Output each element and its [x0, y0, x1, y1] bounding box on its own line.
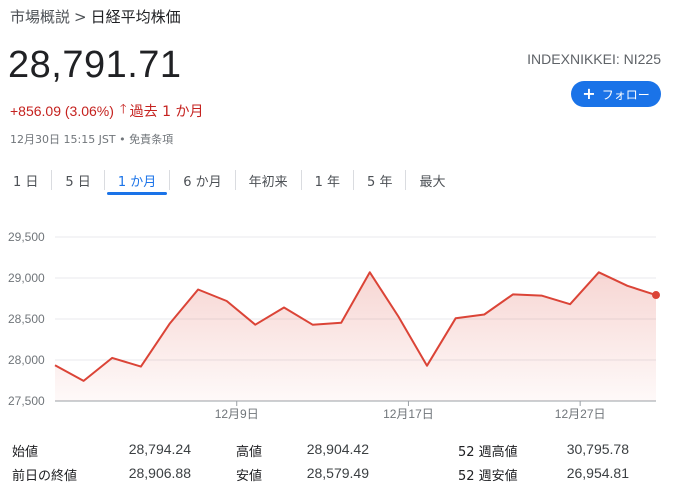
stat-value: 28,794.24	[128, 441, 191, 457]
price-chart-svg: 27,500 28,000 28,500 29,000 29,500 12月9日 12月1…	[8, 230, 660, 421]
x-tick-label: 12月27日	[555, 407, 606, 421]
stat-label: 安値	[236, 469, 263, 484]
follow-button[interactable]: + フォロー	[571, 81, 661, 107]
stat-label: 高値	[236, 445, 263, 460]
ticker-symbol: INDEXNIKKEI: NI225	[527, 51, 661, 67]
y-tick-label: 29,000	[8, 271, 45, 285]
arrow-up-icon: 🡑	[119, 101, 127, 116]
change-period: 過去 1 か月	[129, 104, 204, 120]
stat-label: 始値	[12, 445, 39, 460]
x-tick-label: 12月17日	[383, 407, 434, 421]
y-tick-label: 27,500	[8, 394, 45, 408]
y-tick-label: 28,500	[8, 312, 45, 326]
plus-icon: +	[582, 84, 596, 103]
tab-range-6[interactable]: 5 年	[354, 165, 405, 195]
x-tick-label: 12月9日	[215, 407, 259, 421]
stat-value: 26,954.81	[566, 465, 629, 481]
quote-timestamp: 12月30日 15:15 JST • 免責条項	[10, 133, 174, 146]
price-change: +856.09 (3.06%) 🡑 過去 1 か月	[10, 100, 203, 122]
tab-range-7[interactable]: 最大	[406, 165, 458, 195]
stat-value: 28,579.49	[306, 465, 369, 481]
breadcrumb: 市場概説 > 日経平均株価	[10, 6, 181, 27]
tab-range-3[interactable]: 6 か月	[170, 165, 234, 195]
tab-range-5[interactable]: 1 年	[302, 165, 353, 195]
tab-range-1[interactable]: 5 日	[52, 165, 103, 195]
price-area-fill	[55, 272, 656, 401]
stats-row: 始値 28,794.24 高値 28,904.42 52 週高値 30,795.78	[0, 441, 683, 465]
price-chart[interactable]: 27,500 28,000 28,500 29,000 29,500 12月9日 12月1…	[0, 225, 683, 430]
stats-row: 前日の終値 28,906.88 安値 28,579.49 52 週安値 26,954.81	[0, 465, 683, 489]
breadcrumb-current: 日経平均株価	[90, 8, 181, 26]
stat-value: 28,906.88	[128, 465, 191, 481]
y-tick-label: 28,000	[8, 353, 45, 367]
stat-label: 前日の終値	[12, 469, 78, 484]
stat-value: 30,795.78	[566, 441, 629, 457]
y-tick-label: 29,500	[8, 230, 45, 244]
tab-range-2[interactable]: 1 か月	[105, 165, 169, 195]
change-value: +856.09 (3.06%)	[10, 103, 114, 119]
tab-range-0[interactable]: 1 日	[0, 165, 51, 195]
range-tabs: 1 日5 日1 か月 6 か月 年初来 1 年5 年最大	[0, 165, 458, 195]
current-price: 28,791.71	[8, 44, 182, 86]
follow-button-label: フォロー	[601, 87, 650, 102]
stat-label: 52 週高値	[458, 445, 518, 460]
breadcrumb-separator: >	[74, 8, 87, 26]
breadcrumb-market-overview-link[interactable]: 市場概説	[10, 8, 70, 26]
last-price-dot	[652, 291, 660, 300]
stat-label: 52 週安値	[458, 469, 518, 484]
tab-range-4[interactable]: 年初来	[236, 165, 301, 195]
stat-value: 28,904.42	[306, 441, 369, 457]
